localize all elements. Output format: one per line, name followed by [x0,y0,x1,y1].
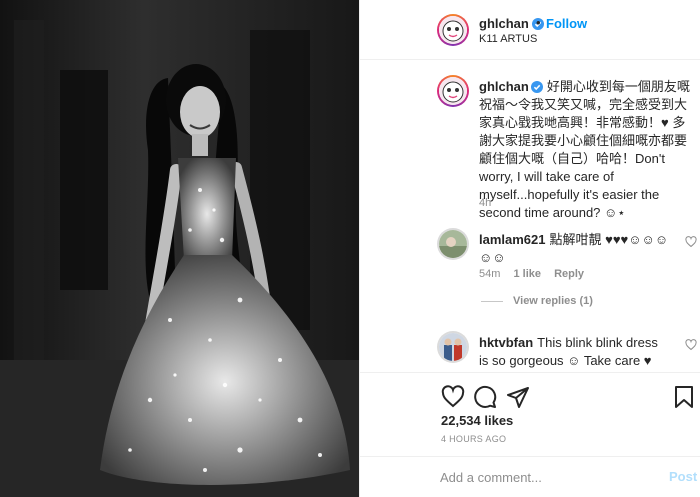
caption-avatar[interactable] [437,75,469,107]
reply-button[interactable]: Reply [554,268,584,280]
post-photo-art [0,0,359,497]
comment-username[interactable]: hktvbfan [479,335,533,350]
bookmark-icon[interactable] [673,385,695,409]
post-sidebar: ghlchan • Follow K11 ARTUS ghlchan 好開心收到每… [359,0,700,497]
comment-text-block: hktvbfan This blink blink dress is so gor… [479,334,669,370]
avatar-art [439,16,467,44]
avatar-art [439,77,467,105]
post-comment-button[interactable]: Post [669,469,697,484]
like-comment-heart-icon[interactable] [685,339,697,351]
replies-line [481,300,503,302]
caption-text-block: ghlchan 好開心收到每一個朋友嘅祝福～令我又笑又喊，完全感受到大家真心戥我哋… [479,78,695,222]
comment-likes[interactable]: 1 like [513,268,541,280]
caption-time[interactable]: 4h [479,197,491,209]
comment-username[interactable]: lamlam621 [479,232,546,247]
add-comment-bar: Post [360,456,700,497]
post-header: ghlchan • Follow K11 ARTUS [360,0,700,60]
separator-dot: • [536,15,541,30]
author-avatar[interactable] [437,14,469,46]
comment-time[interactable]: 54m [479,268,500,280]
author-username[interactable]: ghlchan [479,16,544,31]
caption-text: 好開心收到每一個朋友嘅祝福～令我又笑又喊，完全感受到大家真心戥我哋高興！非常感動… [479,79,690,220]
commenter-avatar[interactable] [437,331,469,363]
post-timestamp[interactable]: 4 HOURS AGO [441,434,506,444]
caption-username[interactable]: ghlchan [479,79,529,94]
commenter-avatar[interactable] [437,228,469,260]
comment-text-block: lamlam621 點解咁靚 ♥♥♥☺☺☺☺☺ [479,231,669,267]
avatar-art [439,333,467,361]
verified-badge-icon [530,81,543,93]
heart-icon[interactable] [441,385,465,409]
comment-icon[interactable] [473,385,497,409]
author-username-text[interactable]: ghlchan [479,16,529,31]
comment-meta: 54m 1 like Reply [479,268,594,280]
follow-button[interactable]: Follow [546,16,587,31]
post-image[interactable] [0,0,359,497]
avatar-art [439,230,467,258]
likes-count[interactable]: 22,534 likes [441,413,513,428]
comment-input[interactable] [440,467,660,487]
view-replies-label[interactable]: View replies (1) [513,295,593,307]
location-link[interactable]: K11 ARTUS [479,33,537,45]
like-comment-heart-icon[interactable] [685,236,697,248]
share-icon[interactable] [506,385,530,409]
view-replies-button[interactable]: View replies (1) [481,295,593,307]
